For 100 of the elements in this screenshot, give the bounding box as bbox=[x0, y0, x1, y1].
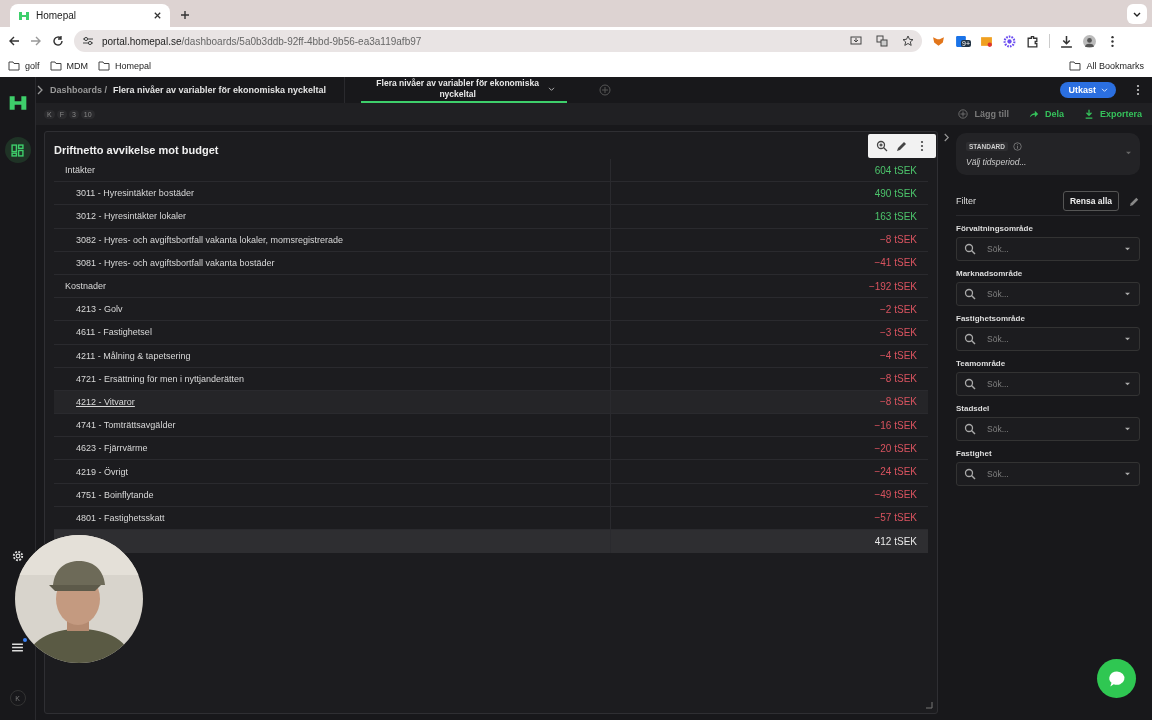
row-label[interactable]: 3081 - Hyres- och avgiftsbortfall vakanta bostäder bbox=[76, 257, 275, 268]
row-value: −41 tSEK bbox=[874, 257, 917, 269]
row-label[interactable]: 4219 - Övrigt bbox=[76, 466, 129, 477]
row-value: −57 tSEK bbox=[874, 512, 917, 524]
search-icon bbox=[964, 243, 976, 255]
clear-button[interactable]: Rensa alla bbox=[1062, 191, 1119, 211]
row-value: 490 tSEK bbox=[874, 187, 917, 199]
caret-icon bbox=[1124, 247, 1131, 252]
filter-title: Filter bbox=[956, 196, 976, 206]
row-label[interactable]: Kostnader bbox=[65, 281, 107, 292]
download-icon bbox=[1083, 109, 1094, 119]
more-icon[interactable] bbox=[1136, 84, 1140, 96]
row-value: −16 tSEK bbox=[874, 419, 917, 431]
translate-icon[interactable] bbox=[876, 35, 888, 47]
plus-icon bbox=[958, 109, 969, 119]
caret-icon bbox=[1124, 472, 1131, 477]
filter-field[interactable]: Sök... bbox=[956, 327, 1140, 351]
dashboard-button[interactable] bbox=[4, 137, 31, 163]
zoom-icon[interactable] bbox=[876, 140, 888, 152]
flower-icon[interactable] bbox=[1003, 34, 1016, 48]
fox-icon[interactable] bbox=[932, 34, 945, 48]
bookmark-label: Homepal bbox=[115, 61, 152, 71]
list-lines-icon bbox=[11, 641, 24, 654]
row-label[interactable]: 4213 - Golv bbox=[76, 304, 123, 315]
filter-field[interactable]: Sök... bbox=[956, 372, 1140, 396]
caret-icon bbox=[1124, 382, 1131, 387]
filter-label: Fastighet bbox=[956, 449, 993, 458]
bookmark[interactable]: MDM bbox=[49, 61, 88, 71]
filter-field[interactable]: Sök... bbox=[956, 282, 1140, 306]
filter-label: Fastighetsområde bbox=[956, 314, 1026, 323]
filter-label: Stadsdel bbox=[956, 404, 991, 413]
row-label[interactable]: 4211 - Målning & tapetsering bbox=[76, 350, 191, 361]
row-label[interactable]: 3011 - Hyresintäkter bostäder bbox=[76, 188, 194, 199]
bookmark-label: All Bookmarks bbox=[1086, 61, 1144, 71]
filter-label: Marknadsområde bbox=[956, 269, 1024, 278]
row-label[interactable]: 4801 - Fastighetsskatt bbox=[76, 512, 165, 523]
row-label[interactable]: 4212 - Vitvaror bbox=[76, 396, 135, 407]
action-button[interactable]: Dela bbox=[1028, 109, 1064, 119]
folder-icon bbox=[98, 61, 110, 71]
row-label[interactable]: 3082 - Hyres- och avgiftsbortfall vakanta lokaler, momsregistrerade bbox=[76, 234, 344, 245]
resize-handle-icon[interactable] bbox=[925, 701, 933, 709]
profile-avatar-icon[interactable] bbox=[1083, 34, 1096, 48]
row-label[interactable]: 4611 - Fastighetsel bbox=[76, 327, 152, 338]
tab-search-button[interactable] bbox=[1127, 4, 1147, 24]
row-value: −24 tSEK bbox=[874, 466, 917, 478]
row-label[interactable]: 4741 - Tomträttsavgälder bbox=[76, 420, 176, 431]
bookmark[interactable]: golf bbox=[8, 61, 40, 71]
caret-icon bbox=[1124, 292, 1131, 297]
folder-icon bbox=[49, 61, 62, 71]
row-label[interactable]: 4751 - Boinflytande bbox=[76, 489, 154, 500]
new-tab-icon[interactable] bbox=[180, 10, 190, 20]
row-label[interactable]: 4721 - Ersättning för men i nyttjanderätten bbox=[76, 373, 245, 384]
status-button[interactable]: Utkast bbox=[1060, 82, 1116, 98]
note-icon[interactable] bbox=[980, 34, 993, 48]
settings-icon[interactable] bbox=[10, 549, 25, 563]
url-text: portal.homepal.se/dashboards/5a0b3ddb-92ff-4bbd-9b56-ea3a119afb97 bbox=[102, 35, 422, 47]
pencil-icon[interactable] bbox=[1129, 195, 1140, 207]
filter-field[interactable]: Sök... bbox=[956, 417, 1140, 441]
filter-label: Förvaltningsområde bbox=[956, 224, 1034, 233]
share-icon bbox=[1028, 109, 1039, 119]
all-bookmarks[interactable]: All Bookmarks bbox=[1069, 61, 1144, 71]
row-label[interactable]: 3012 - Hyresintäkter lokaler bbox=[76, 211, 187, 222]
forward-icon[interactable] bbox=[30, 35, 42, 47]
collapse-icon[interactable] bbox=[942, 133, 950, 142]
row-value: 412 tSEK bbox=[874, 536, 917, 548]
caret-icon bbox=[1124, 337, 1131, 342]
browser-tab[interactable]: Homepal bbox=[10, 4, 170, 27]
address-bar[interactable]: portal.homepal.se/dashboards/5a0b3ddb-92ff-4bbd-9b56-ea3a119afb97 bbox=[74, 30, 922, 52]
logo-icon[interactable] bbox=[7, 93, 28, 113]
site-settings-icon[interactable] bbox=[82, 35, 94, 47]
star-icon[interactable] bbox=[902, 35, 914, 47]
install-icon[interactable] bbox=[850, 35, 862, 47]
row-label[interactable]: 4623 - Fjärrvärme bbox=[76, 443, 148, 454]
chat-button[interactable] bbox=[1097, 659, 1136, 698]
reload-icon[interactable] bbox=[52, 35, 64, 47]
row-value: 604 tSEK bbox=[874, 164, 917, 176]
card-title: Driftnetto avvikelse mot budget bbox=[54, 144, 219, 158]
caret-icon bbox=[1125, 151, 1132, 156]
row-value: −3 tSEK bbox=[880, 326, 917, 338]
filter-field[interactable]: Sök... bbox=[956, 462, 1140, 486]
puzzle-icon[interactable] bbox=[1026, 34, 1039, 48]
back-icon[interactable] bbox=[8, 35, 20, 47]
close-icon[interactable] bbox=[153, 11, 162, 20]
info-icon[interactable] bbox=[1013, 141, 1022, 151]
bookmark-label: MDM bbox=[66, 61, 88, 71]
row-value: 163 tSEK bbox=[874, 210, 917, 222]
list-icon[interactable] bbox=[11, 641, 24, 654]
search-icon bbox=[964, 468, 976, 480]
search-icon bbox=[964, 378, 976, 390]
row-value: −20 tSEK bbox=[874, 442, 917, 454]
action-button[interactable]: Exportera bbox=[1083, 109, 1142, 119]
breadcrumb-link[interactable]: Dashboards / bbox=[50, 85, 107, 95]
row-label[interactable]: Intäkter bbox=[65, 165, 95, 176]
chevron-icon[interactable] bbox=[36, 85, 44, 95]
search-icon bbox=[964, 288, 976, 300]
filter-field[interactable]: Sök... bbox=[956, 237, 1140, 261]
bookmark[interactable]: Homepal bbox=[98, 61, 152, 71]
row-value: −4 tSEK bbox=[880, 350, 917, 362]
pencil-icon[interactable] bbox=[896, 140, 908, 152]
download-icon[interactable] bbox=[1060, 34, 1073, 48]
